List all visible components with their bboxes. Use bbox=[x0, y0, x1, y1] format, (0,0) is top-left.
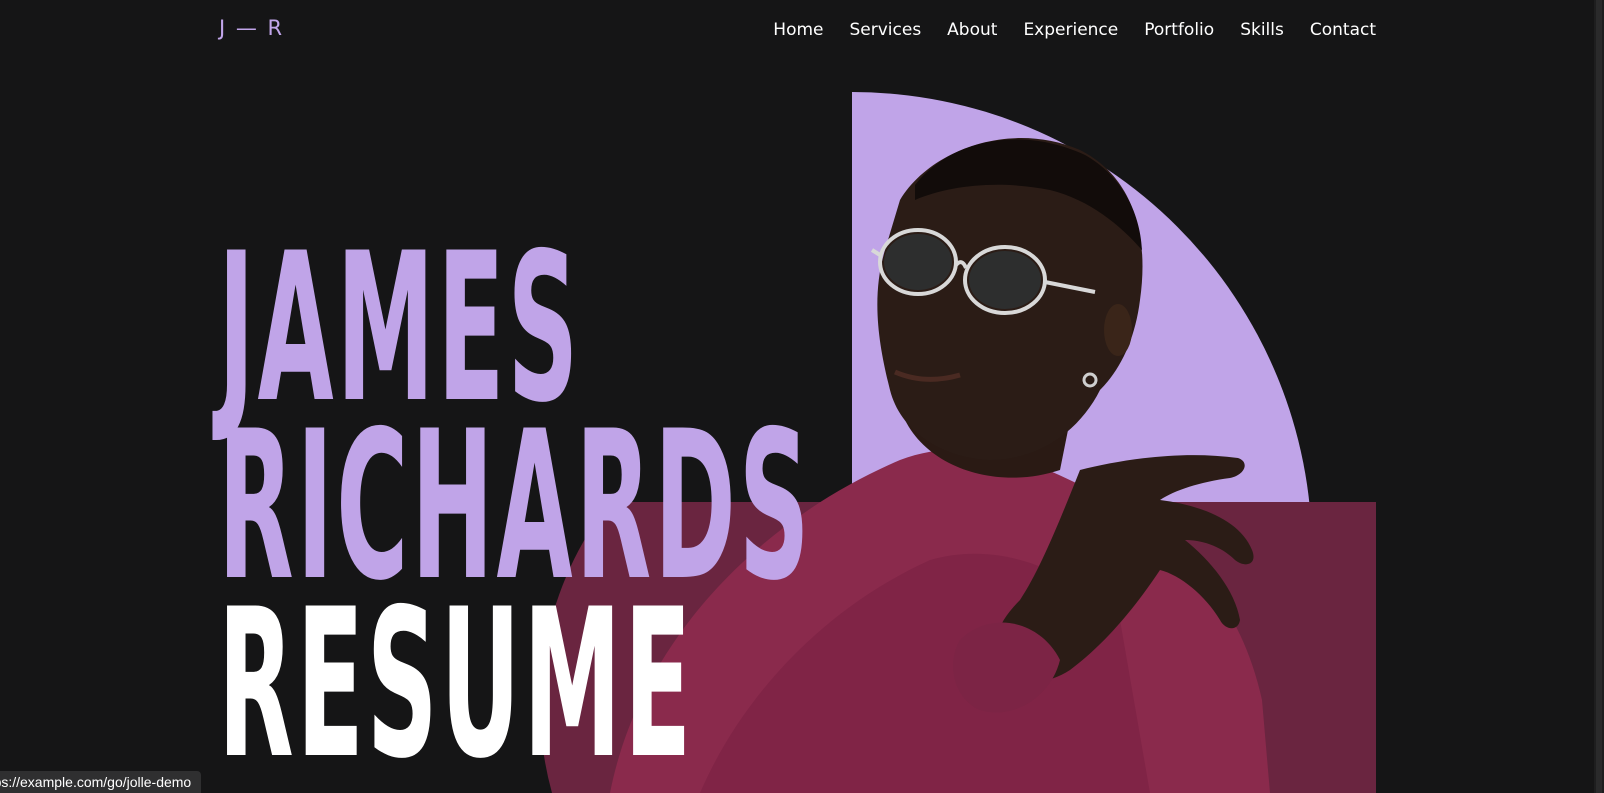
nav-item-contact[interactable]: Contact bbox=[1310, 20, 1376, 40]
nav-item-services[interactable]: Services bbox=[849, 20, 921, 40]
page: J — R Home Services About Experience Por… bbox=[0, 0, 1604, 793]
nav-item-home[interactable]: Home bbox=[773, 20, 823, 40]
main-nav: Home Services About Experience Portfolio… bbox=[747, 17, 1376, 43]
nav-item-experience[interactable]: Experience bbox=[1023, 20, 1118, 40]
portrait-ear bbox=[1104, 304, 1132, 356]
scrollbar[interactable] bbox=[1594, 0, 1604, 793]
status-url-preview: https://example.com/go/jolle-demo bbox=[0, 771, 202, 793]
nav-item-skills[interactable]: Skills bbox=[1240, 20, 1284, 40]
scrollbar-thumb[interactable] bbox=[1596, 0, 1602, 793]
nav-item-portfolio[interactable]: Portfolio bbox=[1144, 20, 1214, 40]
site-logo[interactable]: J — R bbox=[219, 16, 284, 40]
nav-item-about[interactable]: About bbox=[947, 20, 997, 40]
hero-title: JAMES RICHARDS RESUME bbox=[218, 227, 812, 788]
